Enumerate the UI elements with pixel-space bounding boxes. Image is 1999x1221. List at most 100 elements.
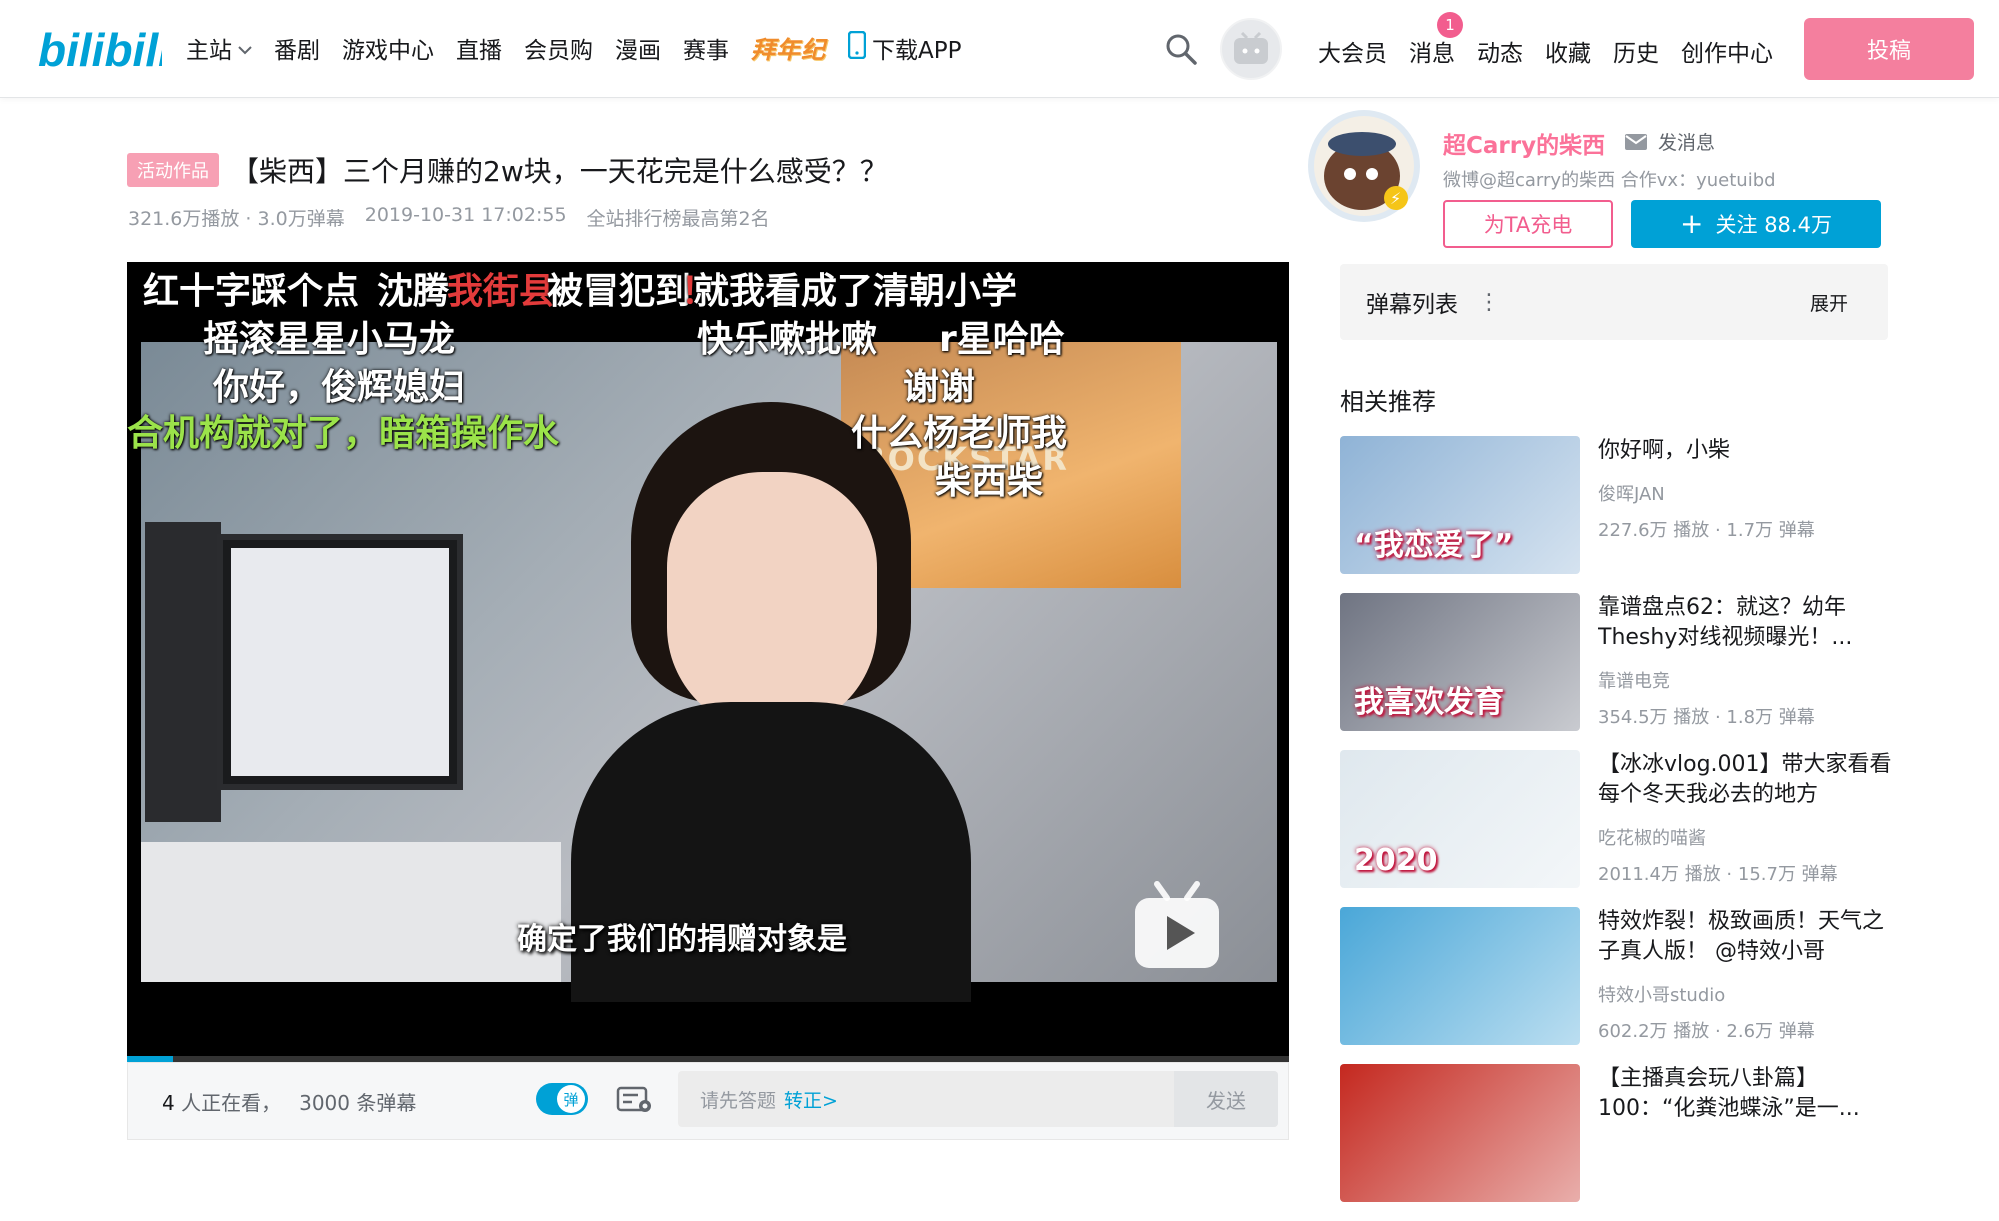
nav-item-label: 赛事 [683,37,729,64]
recommend-title-text[interactable]: 你好啊，小柴 [1598,436,1898,466]
rank-info[interactable]: 全站排行榜最高第2名 [587,204,770,231]
recommend-title-text[interactable]: 【冰冰vlog.001】带大家看看每个冬天我必去的地方 [1598,750,1898,810]
user-avatar[interactable] [1220,18,1282,80]
danmaku-comment[interactable]: 谢谢 [903,358,975,410]
recommend-info: 特效炸裂！极致画质！天气之子真人版！ @特效小哥特效小哥studio 602.2万… [1598,907,1898,1064]
recommend-item[interactable]: 【主播真会玩八卦篇】100：“化粪池蝶泳”是一... [1340,1064,1900,1221]
danmaku-comment[interactable]: 柴西柴 [935,452,1043,504]
nav-item-8[interactable]: 下载APP [847,30,962,65]
danmaku-comment[interactable]: 快乐嗽批嗽 [697,310,877,362]
publish-date: 2019-10-31 17:02:55 [364,204,567,226]
send-message-button[interactable]: 发消息 [1624,128,1715,155]
user-nav-item-5[interactable]: 创作中心 [1681,34,1773,68]
danmaku-toggle[interactable]: 弹 [536,1083,588,1115]
danmaku-comment[interactable]: 被冒犯到 [547,262,691,314]
nav-item-label: 拜年纪 [751,36,826,64]
recommend-stats: 354.5万 播放 · 1.8万 弹幕 [1598,707,1815,728]
user-nav-item-3[interactable]: 收藏 [1545,34,1591,68]
thumbnail-caption: 我喜欢发育 [1354,685,1504,720]
user-nav-label: 历史 [1613,41,1659,67]
recommend-thumbnail[interactable] [1340,1064,1580,1202]
danmaku-input[interactable]: 请先答题 转正> 发送 [678,1071,1278,1127]
upload-button[interactable]: 投稿 [1804,18,1974,80]
bilibili-logo[interactable]: bilibili [38,18,162,80]
user-nav-item-2[interactable]: 动态 [1477,34,1523,68]
recommend-item[interactable]: 2020 【冰冰vlog.001】带大家看看每个冬天我必去的地方吃花椒的喵酱 201… [1340,750,1900,907]
search-icon[interactable] [1164,32,1198,66]
video-title-row: 活动作品 【柴西】三个月赚的2w块，一天花完是什么感受？？ [127,150,888,190]
recommend-author[interactable]: 吃花椒的喵酱 [1598,824,1898,850]
recommend-thumbnail[interactable]: 2020 [1340,750,1580,888]
danmaku-comment[interactable]: 你好，俊辉媳妇 [213,358,465,410]
recommend-item[interactable]: “我恋爱了” 你好啊，小柴 俊晖JAN 227.6万 播放 · 1.7万 弹幕 [1340,436,1900,593]
video-player[interactable]: ROCKSTAR 红十字踩个点 沈腾 我街县 被冒犯到！就我看成了清朝小学 摇滚星星小马… [127,262,1289,1062]
recommend-info: 【主播真会玩八卦篇】100：“化粪池蝶泳”是一... [1598,1064,1898,1221]
danmaku-comment[interactable]: 摇滚星星小马龙 [203,310,455,362]
user-nav-label: 创作中心 [1681,41,1773,67]
nav-item-0[interactable]: 主站 [186,31,252,65]
nav-item-3[interactable]: 直播 [456,31,502,65]
main-nav: 主站 番剧 游戏中心 直播 会员购 漫画 赛事 拜年纪 下载APP [186,30,961,65]
user-nav-label: 收藏 [1545,41,1591,67]
user-nav-item-4[interactable]: 历史 [1613,34,1659,68]
danmu-count: 3000 [299,1090,350,1115]
recommend-item[interactable]: 特效炸裂！极致画质！天气之子真人版！ @特效小哥特效小哥studio 602.2万… [1340,907,1900,1064]
charge-button[interactable]: 为TA充电 [1443,200,1613,248]
danmaku-comment[interactable]: r星哈哈 [939,310,1065,362]
danmaku-comment[interactable]: 红十字踩个点 [143,262,359,314]
expand-button[interactable]: 展开 [1810,289,1848,316]
chevron-down-icon [238,35,252,61]
user-nav-item-1[interactable]: 消息 1 [1409,12,1463,68]
uploader-avatar[interactable]: ⚡ [1300,104,1428,228]
danmu-suffix: 条弹幕 [356,1090,417,1115]
activity-tag[interactable]: 活动作品 [127,153,219,187]
nav-item-label: 下载APP [872,37,962,64]
danmaku-comment[interactable]: 沈腾 [377,262,449,314]
watching-suffix: 人正在看， [181,1090,282,1115]
nav-item-6[interactable]: 赛事 [683,31,729,65]
viewer-info: 4 人正在看， 3000 条弹幕 [162,1087,416,1116]
recommend-item[interactable]: 我喜欢发育 靠谱盘点62：就这？幼年Theshy对线视频曝光！... 靠谱电竞 354… [1340,593,1900,750]
follow-button[interactable]: + 关注 88.4万 [1631,200,1881,248]
video-title: 【柴西】三个月赚的2w块，一天花完是什么感受？？ [231,155,888,188]
video-subtitle: 确定了我们的捐赠对象是 [517,922,847,957]
send-button[interactable]: 发送 [1174,1071,1278,1127]
more-options-icon[interactable]: ⋮ [1478,290,1500,315]
top-navbar: bilibili 主站 番剧 游戏中心 直播 会员购 漫画 赛事 拜年纪 下载APP 大会员 消息… [0,0,1999,98]
recommend-stats: 2011.4万 播放 · 15.7万 弹幕 [1598,864,1838,885]
danmaku-comment[interactable]: 就我看成了清朝小学 [693,262,1017,314]
send-message-label: 发消息 [1658,132,1716,154]
danmaku-comment[interactable]: 什么杨老师我 [851,404,1067,456]
thumbnail-caption: 2020 [1354,843,1438,878]
recommend-title-text[interactable]: 【主播真会玩八卦篇】100：“化粪池蝶泳”是一... [1598,1064,1898,1124]
desk [141,842,561,982]
recommend-title-text[interactable]: 靠谱盘点62：就这？幼年Theshy对线视频曝光！... [1598,593,1898,653]
nav-item-4[interactable]: 会员购 [524,31,593,65]
danmaku-settings-icon[interactable] [616,1085,654,1115]
uploader-name[interactable]: 超Carry的柴西 [1443,126,1605,160]
recommend-thumbnail[interactable]: 我喜欢发育 [1340,593,1580,731]
nav-item-label: 番剧 [274,37,320,64]
danmaku-comment[interactable]: 我街县 [447,262,555,314]
user-nav-label: 消息 [1409,41,1455,67]
svg-text:⚡: ⚡ [1390,189,1401,208]
danmaku-comment[interactable]: 合机构就对了，暗箱操作水 [127,404,559,456]
nav-item-7[interactable]: 拜年纪 [751,30,826,65]
nav-item-2[interactable]: 游戏中心 [342,31,434,65]
user-nav-label: 动态 [1477,41,1523,67]
monitor-image [217,534,463,790]
recommend-thumbnail[interactable]: “我恋爱了” [1340,436,1580,574]
recommend-thumbnail[interactable] [1340,907,1580,1045]
recommend-author[interactable]: 特效小哥studio [1598,981,1898,1007]
nav-item-1[interactable]: 番剧 [274,31,320,65]
recommend-title-text[interactable]: 特效炸裂！极致画质！天气之子真人版！ @特效小哥 [1598,907,1898,967]
danmaku-list-panel[interactable]: 弹幕列表 ⋮ 展开 [1340,264,1888,340]
nav-item-5[interactable]: 漫画 [615,31,661,65]
recommend-author[interactable]: 靠谱电竞 [1598,667,1898,693]
user-nav-item-0[interactable]: 大会员 [1318,34,1387,68]
plus-icon: + [1680,207,1704,240]
recommend-stats: 602.2万 播放 · 2.6万 弹幕 [1598,1021,1815,1042]
notification-badge: 1 [1437,12,1463,38]
answer-quiz-link[interactable]: 转正> [784,1086,838,1113]
recommend-author[interactable]: 俊晖JAN [1598,480,1898,506]
